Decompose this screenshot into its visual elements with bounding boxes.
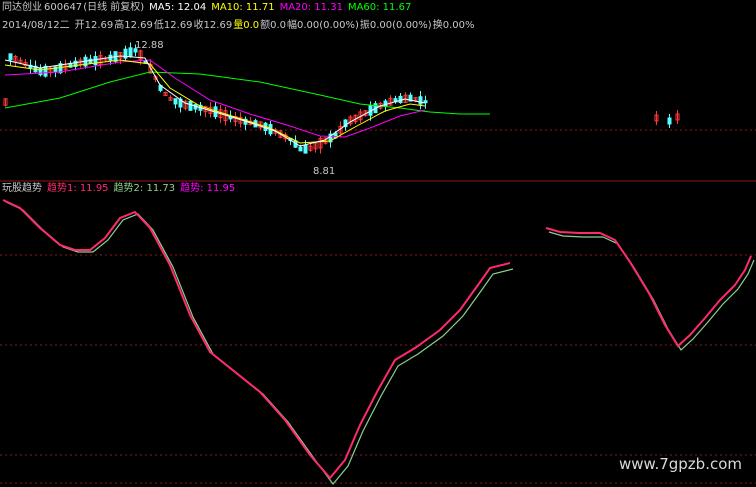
indicator-name[interactable]: 玩股趋势	[2, 183, 42, 194]
candle-body	[298, 146, 303, 152]
low-marker: 8.81	[313, 166, 335, 177]
candle-body	[38, 67, 43, 76]
trend2-line-right	[548, 231, 755, 351]
trend3-label: 趋势: 11.95	[180, 183, 236, 194]
trend2-label: 趋势2: 11.73	[113, 183, 176, 194]
trend1-line-right	[545, 227, 752, 348]
candle-body	[173, 98, 178, 105]
ma5-line	[4, 55, 426, 147]
candle-body	[88, 58, 93, 64]
candle-body	[418, 96, 423, 105]
kline-chart[interactable]: 12.88 8.81	[0, 0, 756, 487]
trend1-label: 趋势1: 11.95	[47, 183, 109, 194]
trend2-line	[5, 201, 514, 485]
indicator-header: 玩股趋势 趋势1: 11.95 趋势2: 11.73 趋势: 11.95	[2, 183, 240, 195]
watermark: www.7gpzb.com	[619, 455, 742, 473]
high-marker: 12.88	[135, 40, 164, 51]
candle-body	[667, 117, 672, 125]
candle-body	[188, 100, 193, 111]
candle-body	[128, 47, 133, 57]
candle-body	[303, 144, 308, 154]
ma60-line	[4, 71, 490, 115]
trend1-line	[2, 199, 511, 480]
candle-body	[8, 53, 13, 61]
ma20-line	[4, 59, 426, 138]
